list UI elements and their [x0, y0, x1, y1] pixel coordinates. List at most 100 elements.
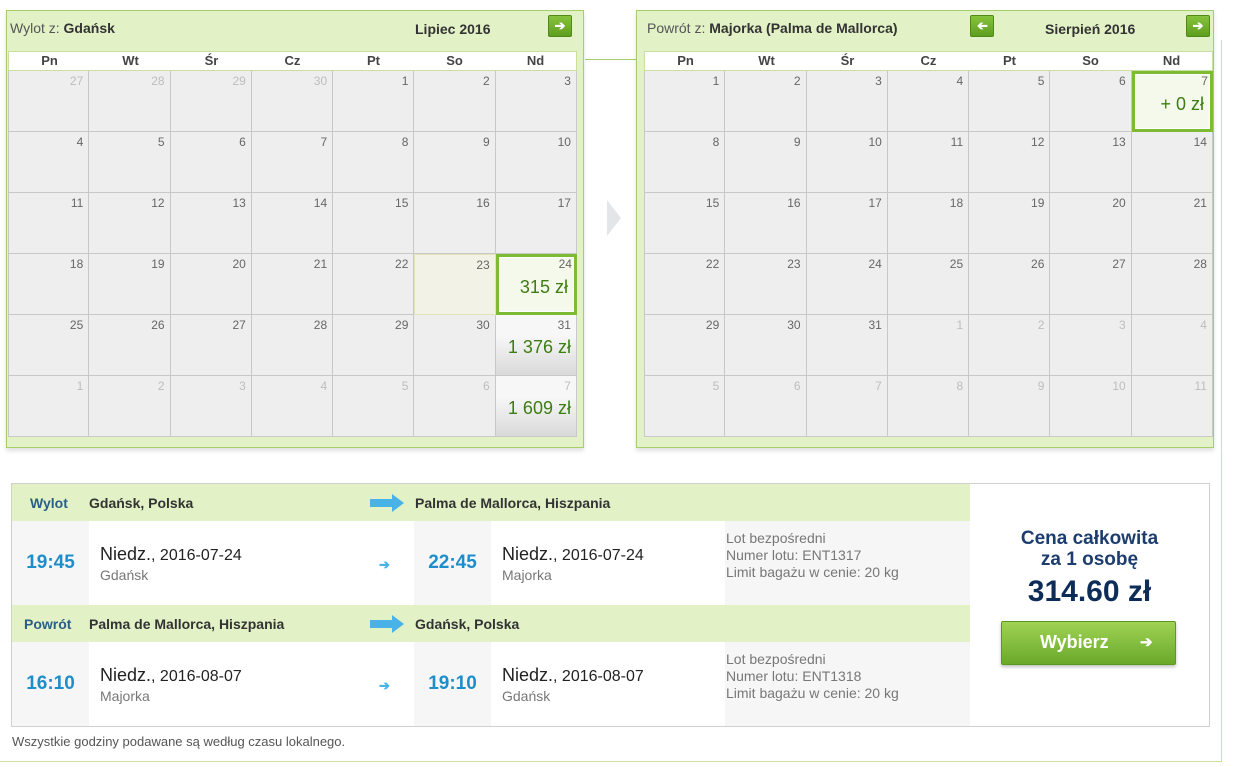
day-number: 22 [705, 257, 720, 271]
arrival-date-cell: Niedz., 2016-08-07 Gdańsk [491, 642, 725, 726]
leg-destination: Gdańsk, Polska [415, 616, 520, 632]
calendar-day: 6 [1050, 71, 1132, 132]
outbound-leg-body: 19:45 Niedz., 2016-07-24 Gdańsk ➔ 22:45 … [12, 521, 970, 605]
calendar-day: 18 [8, 254, 90, 315]
day-number: 31 [557, 318, 571, 332]
arrival-date-cell: Niedz., 2016-07-24 Majorka [491, 521, 725, 605]
departure-date: Niedz., 2016-07-24 [100, 544, 242, 564]
weekday-label: Wt [758, 53, 775, 68]
day-number: 8 [401, 135, 409, 149]
month-title: Lipiec 2016 [415, 21, 491, 37]
calendar-week: 1 2 3 4 5 6 7 + 0 zł [644, 71, 1213, 132]
calendar-day: 8 [333, 132, 415, 193]
calendar-day: 13 [1050, 132, 1132, 193]
calendar-day: 2 [414, 71, 496, 132]
day-number: 21 [1193, 196, 1207, 210]
arrival-time: 22:45 [428, 552, 477, 573]
baggage-limit: Limit bagażu w cenie: 20 kg [726, 685, 899, 701]
calendar-day: 14 [251, 193, 334, 254]
calendar-day: 2 [725, 71, 807, 132]
arrival-time-cell: 19:10 [414, 642, 491, 726]
arrival-time: 19:10 [428, 673, 477, 694]
calendar-day: 5 [89, 132, 171, 193]
calendar-day: 12 [89, 193, 171, 254]
arrow-right-icon [370, 494, 406, 512]
calendar-day: 3 [806, 71, 888, 132]
direct-flight-text: Lot bezpośredni [726, 530, 826, 546]
baggage-limit: Limit bagażu w cenie: 20 kg [726, 564, 899, 580]
day-number: 5 [157, 135, 165, 149]
calendar-day: 26 [969, 254, 1051, 315]
day-number: 1 [401, 74, 409, 88]
day-number: 22 [395, 257, 409, 271]
calendar-week: 5 6 7 8 9 10 11 [644, 376, 1213, 437]
day-number: 3 [564, 74, 571, 88]
outbound-calendar: Wylot z: Gdańsk Lipiec 2016 ➔ Pn Wt Śr Cz Pt… [6, 10, 584, 448]
day-number: 14 [1193, 135, 1207, 149]
calendar-day: 5 [333, 376, 415, 437]
calendar-week: 11 12 13 14 15 16 17 [8, 193, 577, 254]
day-number: 10 [868, 135, 882, 149]
calendar-day[interactable]: 7 1 609 zł [495, 376, 577, 437]
calendar-day: 11 [8, 193, 90, 254]
day-number: 7 [320, 135, 328, 149]
flight-info: Lot bezpośredni Numer lotu: ENT1317 Limi… [725, 521, 970, 605]
calendar-day: 29 [644, 315, 726, 376]
direct-flight-text: Lot bezpośredni [726, 651, 826, 667]
day-number: 4 [1200, 318, 1207, 332]
calendar-connector-line [585, 59, 637, 60]
calendar-day-selected[interactable]: 7 + 0 zł [1131, 71, 1213, 132]
day-number: 16 [476, 196, 490, 210]
calendar-day: 15 [333, 193, 415, 254]
flight-number: Numer lotu: ENT1318 [726, 668, 862, 684]
calendar-day: 12 [969, 132, 1051, 193]
calendar-day[interactable]: 31 1 376 zł [495, 315, 577, 376]
calendar-day: 3 [170, 376, 252, 437]
day-number: 17 [868, 196, 882, 210]
leg-origin: Palma de Mallorca, Hiszpania [89, 616, 285, 632]
departure-time: 19:45 [26, 552, 75, 573]
weekday-label: Pt [1003, 53, 1016, 68]
day-number: 1 [956, 318, 964, 332]
day-number: 3 [875, 74, 882, 88]
day-number: 4 [320, 379, 328, 393]
outbound-route: Wylot z: Gdańsk [10, 20, 115, 36]
day-number: 17 [557, 196, 571, 210]
calendar-day: 13 [170, 193, 252, 254]
calendar-day: 7 [806, 376, 888, 437]
day-number: 7 [875, 379, 882, 393]
day-number: 12 [151, 196, 165, 210]
calendar-day: 11 [1131, 376, 1213, 437]
day-number: 27 [69, 74, 84, 88]
day-price: 1 376 zł [507, 337, 571, 357]
route-city: Majorka (Palma de Mallorca) [709, 20, 898, 36]
day-number: 18 [69, 257, 84, 271]
weekday-label: Cz [284, 53, 301, 68]
calendar-day: 22 [644, 254, 726, 315]
day-number: 25 [69, 318, 84, 332]
calendar-day: 3 [1050, 315, 1132, 376]
calendar-day: 22 [333, 254, 415, 315]
next-month-button[interactable]: ➔ [548, 15, 572, 37]
calendar-grid: Pn Wt Śr Cz Pt So Nd 27 28 29 30 1 2 3 4 5 6 7 8 9 10 11 12 13 1… [8, 51, 577, 437]
departure-city: Majorka [100, 688, 150, 704]
calendar-day-selected[interactable]: 24 315 zł [495, 254, 577, 315]
calendar-day: 9 [725, 132, 807, 193]
calendar-day: 30 [725, 315, 807, 376]
outbound-leg-header: Wylot Gdańsk, Polska Palma de Mallorca, … [12, 484, 970, 521]
day-number: 19 [1031, 196, 1045, 210]
departure-time-cell: 16:10 [12, 642, 89, 726]
prev-month-button[interactable]: ➔ [970, 15, 994, 37]
frame-border-bottom [0, 761, 1222, 762]
day-number: 23 [476, 258, 490, 272]
day-number: 12 [1031, 135, 1045, 149]
next-month-button[interactable]: ➔ [1186, 15, 1210, 37]
flight-info: Lot bezpośredni Numer lotu: ENT1318 Limi… [725, 642, 970, 726]
calendar-grid: Pn Wt Śr Cz Pt So Nd 1 2 3 4 5 6 7 + 0 zł 8 9 10 11 12 13 14 1… [644, 51, 1213, 437]
leg-label: Powrót [24, 616, 72, 632]
day-number: 31 [868, 318, 882, 332]
day-number: 24 [558, 257, 572, 271]
timezone-note: Wszystkie godziny podawane są według cza… [12, 734, 346, 749]
select-button[interactable]: Wybierz ➔ [1001, 621, 1176, 665]
calendar-day: 10 [806, 132, 888, 193]
